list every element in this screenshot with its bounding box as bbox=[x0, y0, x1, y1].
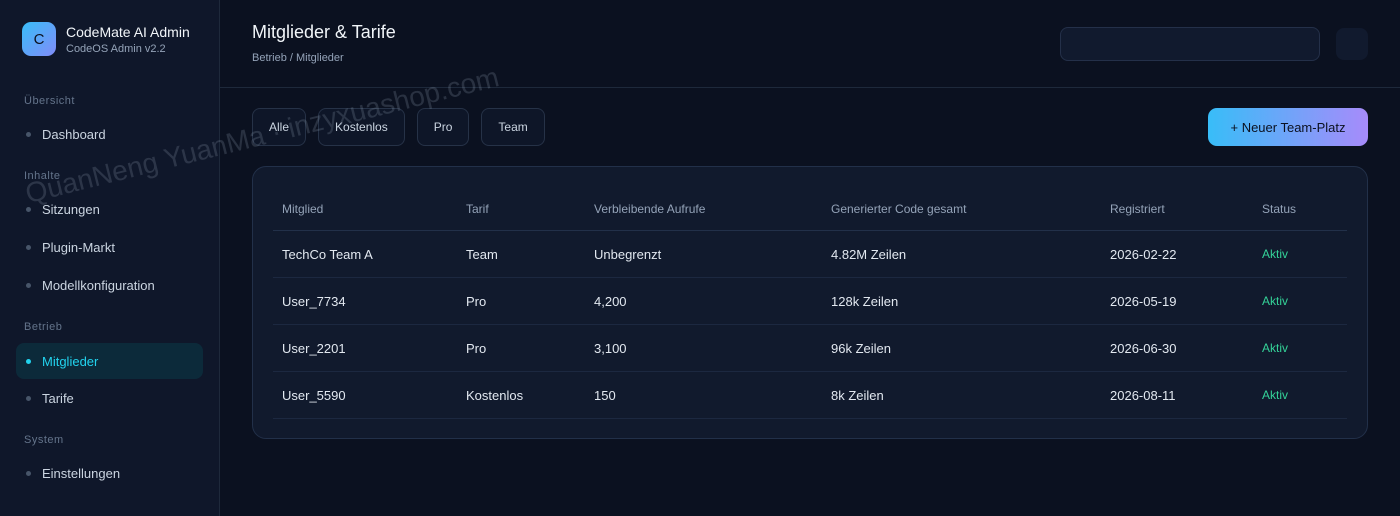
cell-generated-code: 4.82M Zeilen bbox=[831, 246, 907, 262]
cell-member: User_7734 bbox=[282, 293, 346, 309]
cell-generated-code: 128k Zeilen bbox=[831, 293, 899, 309]
page-title: Mitglieder & Tarife bbox=[252, 22, 396, 42]
cell-remaining-calls: 150 bbox=[594, 387, 616, 403]
cell-member: User_5590 bbox=[282, 387, 346, 403]
sidebar-item-label: Sitzungen bbox=[42, 201, 100, 217]
brand: C CodeMate AI Admin CodeOS Admin v2.2 bbox=[22, 22, 190, 56]
sidebar-item-settings[interactable]: Einstellungen bbox=[16, 455, 203, 491]
cell-registered: 2026-05-19 bbox=[1110, 293, 1177, 309]
cell-generated-code: 8k Zeilen bbox=[831, 387, 884, 403]
sidebar-item-label: Mitglieder bbox=[42, 353, 99, 369]
cell-remaining-calls: 3,100 bbox=[594, 340, 627, 356]
sidebar-item-label: Tarife bbox=[42, 390, 74, 406]
sidebar-item-plans[interactable]: Tarife bbox=[16, 380, 203, 416]
section-label-system: System bbox=[24, 434, 64, 446]
column-header-plan[interactable]: Tarif bbox=[466, 187, 489, 230]
status-badge: Aktiv bbox=[1262, 388, 1289, 402]
bullet-icon bbox=[26, 206, 31, 212]
bullet-icon bbox=[26, 358, 31, 364]
section-label-overview: Übersicht bbox=[24, 95, 75, 107]
members-table: Mitglied Tarif Verbleibende Aufrufe Gene… bbox=[252, 166, 1368, 439]
table-row[interactable]: User_2201 Pro 3,100 96k Zeilen 2026-06-3… bbox=[273, 325, 1347, 372]
column-header-status[interactable]: Status bbox=[1262, 187, 1296, 230]
brand-name: CodeMate AI Admin bbox=[66, 24, 190, 40]
cell-member: User_2201 bbox=[282, 340, 346, 356]
sidebar-item-label: Einstellungen bbox=[42, 465, 121, 481]
cell-plan: Team bbox=[466, 246, 498, 262]
bullet-icon bbox=[26, 470, 31, 476]
filter-free[interactable]: Kostenlos bbox=[318, 108, 405, 146]
cell-registered: 2026-02-22 bbox=[1110, 246, 1177, 262]
cell-plan: Pro bbox=[466, 293, 487, 309]
header-icon-button[interactable] bbox=[1336, 28, 1368, 60]
brand-logo: C bbox=[22, 22, 56, 56]
sidebar: C CodeMate AI Admin CodeOS Admin v2.2 Üb… bbox=[0, 0, 220, 516]
add-team-seat-button[interactable]: + Neuer Team-Platz bbox=[1208, 108, 1368, 146]
search-input[interactable] bbox=[1060, 27, 1320, 61]
section-label-content: Inhalte bbox=[24, 170, 61, 182]
table-row[interactable]: User_7734 Pro 4,200 128k Zeilen 2026-05-… bbox=[273, 278, 1347, 325]
cell-generated-code: 96k Zeilen bbox=[831, 340, 891, 356]
breadcrumb: Betrieb / Mitglieder bbox=[252, 52, 344, 64]
sidebar-item-plugin-market[interactable]: Plugin-Markt bbox=[16, 229, 203, 265]
section-label-operations: Betrieb bbox=[24, 321, 63, 333]
cell-registered: 2026-06-30 bbox=[1110, 340, 1177, 356]
table-header: Mitglied Tarif Verbleibende Aufrufe Gene… bbox=[273, 187, 1347, 231]
sidebar-item-sessions[interactable]: Sitzungen bbox=[16, 191, 203, 227]
cell-member: TechCo Team A bbox=[282, 246, 373, 262]
sidebar-item-model-config[interactable]: Modellkonfiguration bbox=[16, 267, 203, 303]
table-row[interactable]: User_5590 Kostenlos 150 8k Zeilen 2026-0… bbox=[273, 372, 1347, 419]
bullet-icon bbox=[26, 282, 31, 288]
cell-remaining-calls: 4,200 bbox=[594, 293, 627, 309]
column-header-generated-code[interactable]: Generierter Code gesamt bbox=[831, 187, 966, 230]
table-row[interactable]: TechCo Team A Team Unbegrenzt 4.82M Zeil… bbox=[273, 231, 1347, 278]
bullet-icon bbox=[26, 395, 31, 401]
sidebar-item-label: Modellkonfiguration bbox=[42, 277, 155, 293]
status-badge: Aktiv bbox=[1262, 341, 1289, 355]
cell-plan: Pro bbox=[466, 340, 487, 356]
sidebar-item-label: Plugin-Markt bbox=[42, 239, 115, 255]
column-header-remaining-calls[interactable]: Verbleibende Aufrufe bbox=[594, 187, 705, 230]
column-header-registered[interactable]: Registriert bbox=[1110, 187, 1165, 230]
filter-tabs: Alle Kostenlos Pro Team bbox=[252, 108, 557, 146]
bullet-icon bbox=[26, 244, 31, 250]
status-badge: Aktiv bbox=[1262, 247, 1289, 261]
sidebar-item-members[interactable]: Mitglieder bbox=[16, 343, 203, 379]
sidebar-item-dashboard[interactable]: Dashboard bbox=[16, 116, 203, 152]
header: Mitglieder & Tarife Betrieb / Mitglieder bbox=[220, 0, 1400, 88]
sidebar-item-label: Dashboard bbox=[42, 126, 106, 142]
cell-remaining-calls: Unbegrenzt bbox=[594, 246, 662, 262]
cell-registered: 2026-08-11 bbox=[1110, 387, 1176, 403]
column-header-member[interactable]: Mitglied bbox=[282, 187, 323, 230]
bullet-icon bbox=[26, 131, 31, 137]
status-badge: Aktiv bbox=[1262, 294, 1289, 308]
brand-version: CodeOS Admin v2.2 bbox=[66, 43, 166, 55]
filter-all[interactable]: Alle bbox=[252, 108, 307, 146]
filter-pro[interactable]: Pro bbox=[416, 108, 470, 146]
cell-plan: Kostenlos bbox=[466, 387, 524, 403]
filter-team[interactable]: Team bbox=[481, 108, 545, 146]
